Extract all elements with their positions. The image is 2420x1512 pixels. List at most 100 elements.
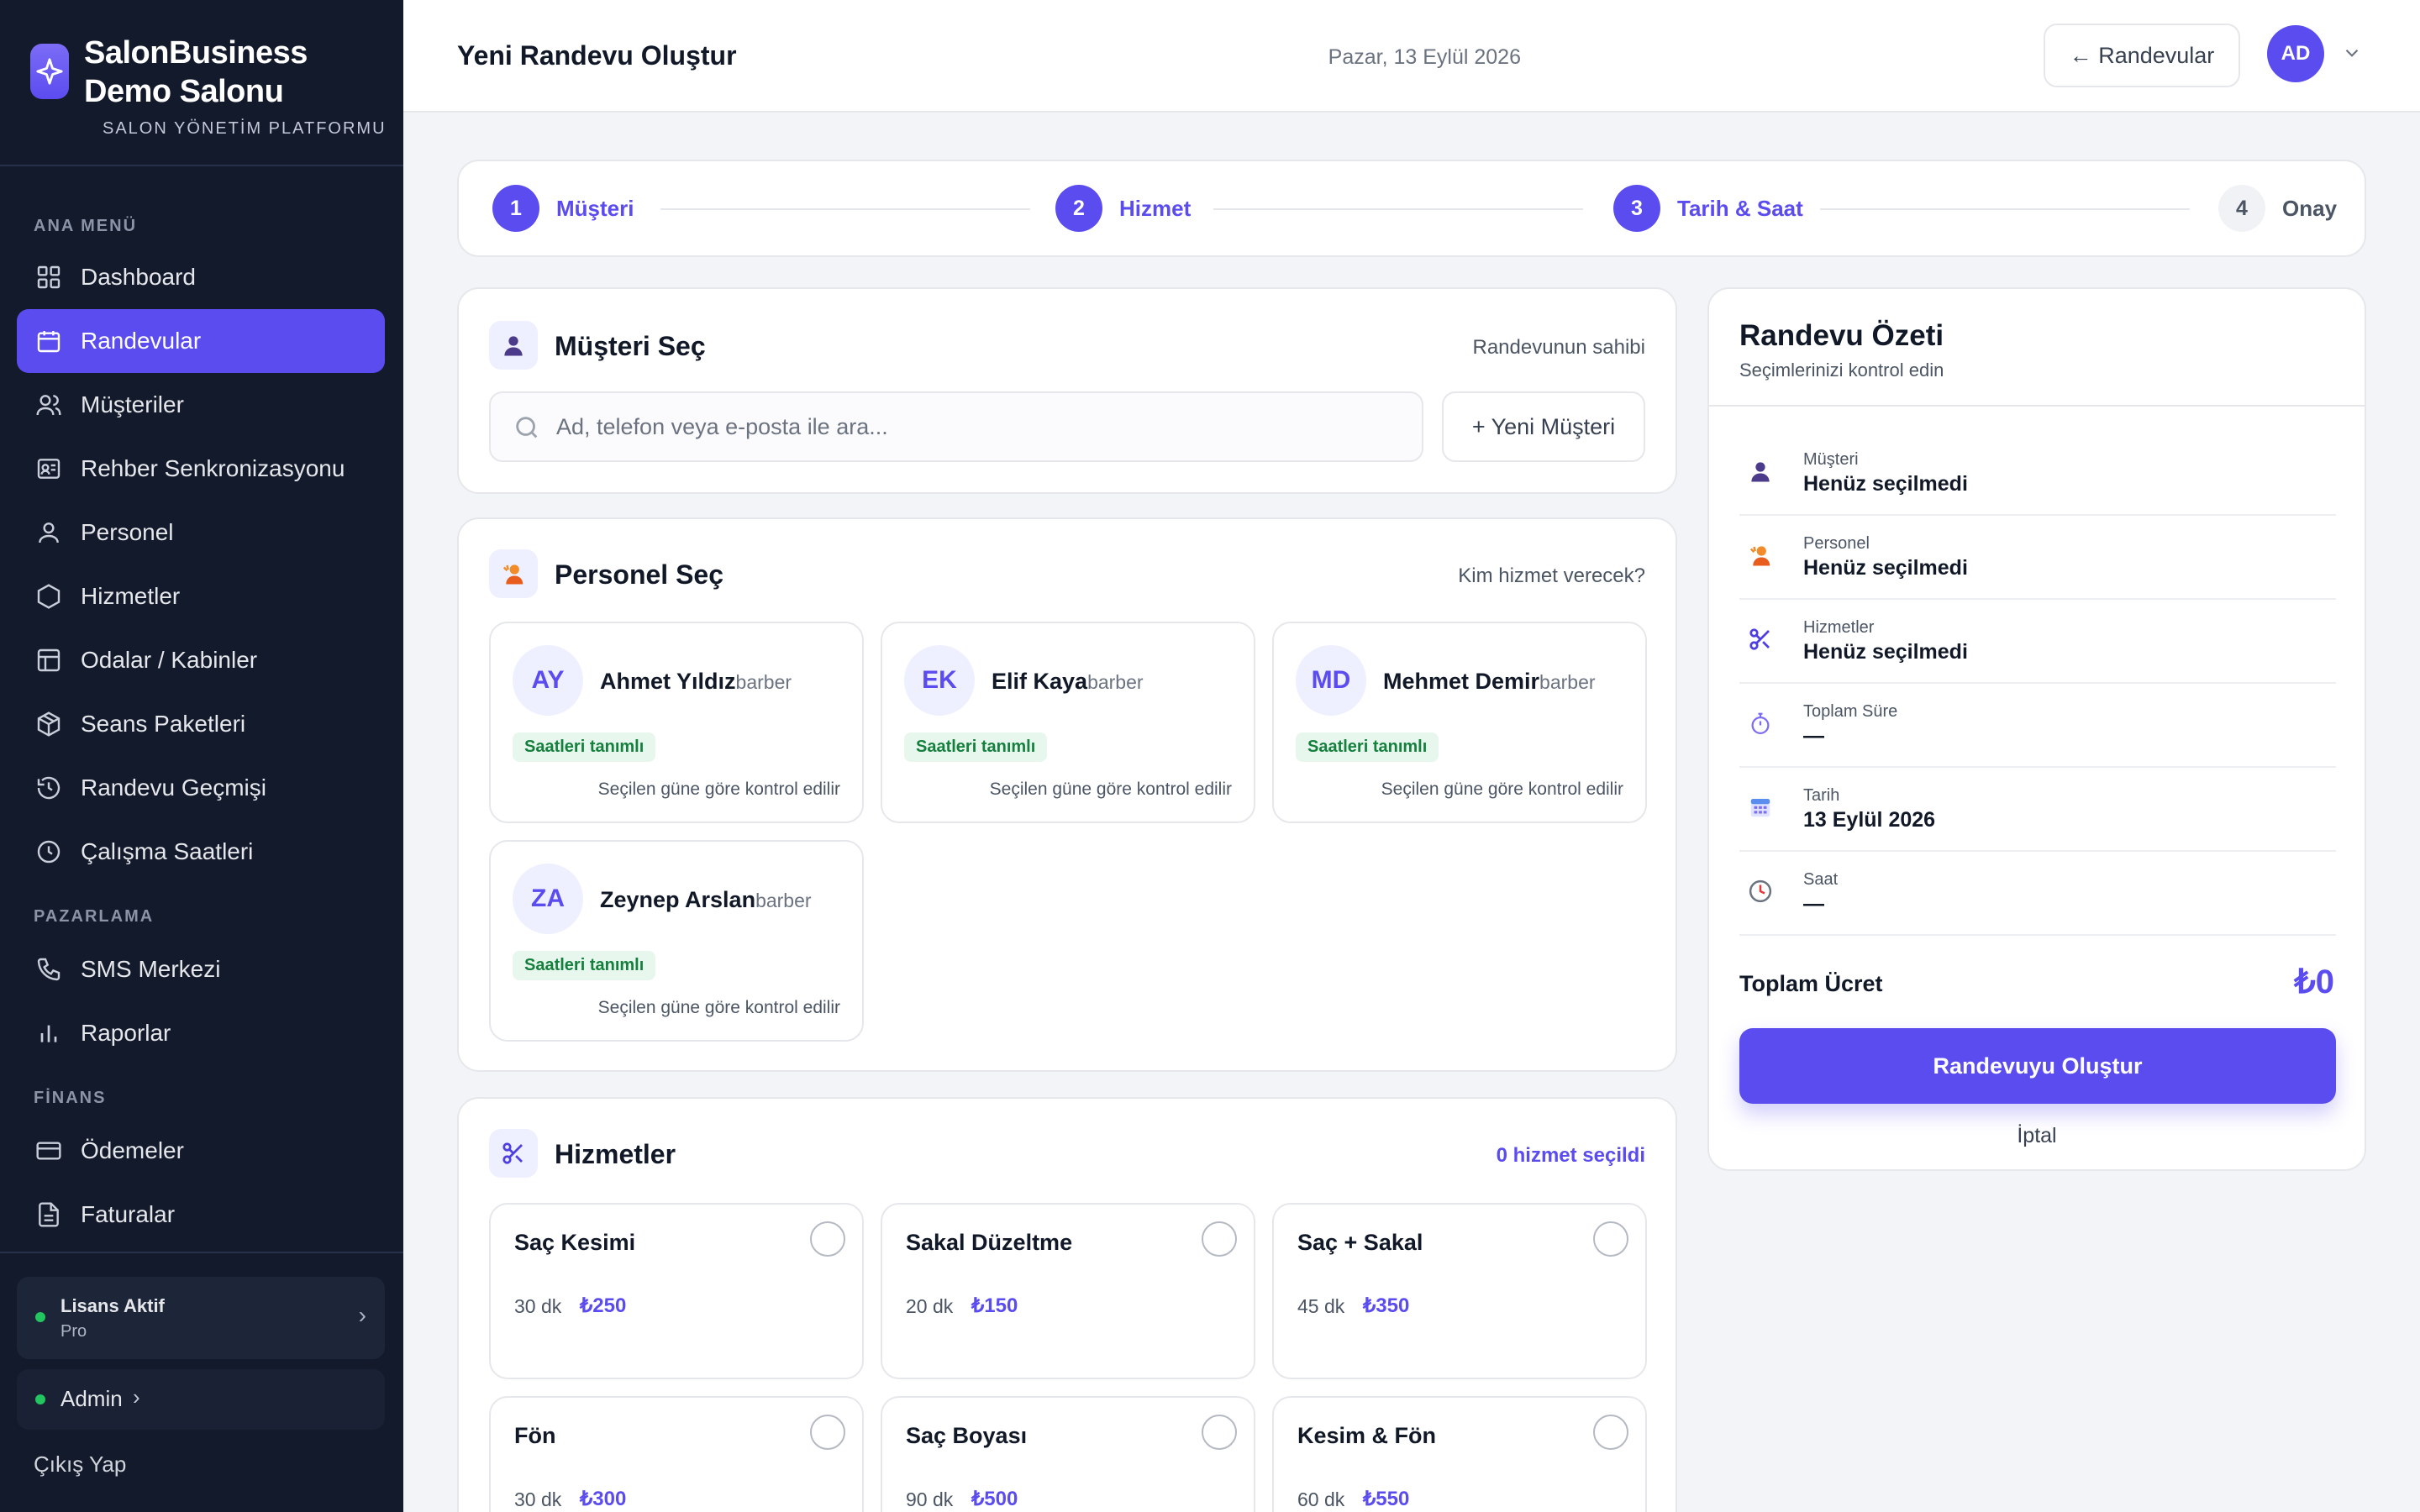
step-label: Onay bbox=[2282, 195, 2338, 221]
step-customer[interactable]: 1 Müşteri bbox=[492, 185, 634, 232]
sidebar-item-odemeler[interactable]: Ödemeler bbox=[17, 1119, 385, 1183]
sidebar: SalonBusiness Demo Salonu SALON YÖNETİM … bbox=[0, 0, 403, 1512]
sidebar-item-randevu-gecmisi[interactable]: Randevu Geçmişi bbox=[17, 756, 385, 820]
service-select-radio[interactable] bbox=[1202, 1221, 1237, 1257]
service-option[interactable]: Fön 30 dk ₺300 bbox=[489, 1396, 864, 1512]
license-status[interactable]: Lisans Aktif Pro › bbox=[17, 1277, 385, 1359]
sidebar-item-dashboard[interactable]: Dashboard bbox=[17, 245, 385, 309]
summary-label: Hizmetler bbox=[1803, 618, 1875, 637]
staff-select-card: Personel Seç Kim hizmet verecek? AY Ahme… bbox=[457, 517, 1677, 1072]
service-price: ₺300 bbox=[580, 1488, 627, 1510]
summary-row-services: Hizmetler Henüz seçilmedi bbox=[1739, 600, 2336, 684]
staff-role: barber bbox=[1539, 671, 1596, 693]
step-service[interactable]: 2 Hizmet bbox=[1055, 185, 1191, 232]
chevron-down-icon[interactable] bbox=[2341, 42, 2363, 68]
admin-label: Admin bbox=[60, 1386, 123, 1411]
sidebar-divider bbox=[0, 1252, 403, 1253]
sidebar-item-label: Çalışma Saatleri bbox=[81, 838, 254, 864]
search-icon bbox=[516, 417, 538, 438]
summary-row-staff: Personel Henüz seçilmedi bbox=[1739, 516, 2336, 600]
service-select-radio[interactable] bbox=[1593, 1221, 1628, 1257]
nav-section-marketing: PAZARLAMA bbox=[34, 907, 155, 926]
summary-label: Personel bbox=[1803, 534, 1870, 553]
sidebar-item-personel[interactable]: Personel bbox=[17, 501, 385, 564]
summary-value: 13 Eylül 2026 bbox=[1803, 808, 1936, 832]
service-price: ₺500 bbox=[971, 1488, 1018, 1510]
service-select-radio[interactable] bbox=[810, 1221, 845, 1257]
staff-note: Seçilen güne göre kontrol edilir bbox=[1381, 780, 1623, 799]
sidebar-item-rehber[interactable]: Rehber Senkronizasyonu bbox=[17, 437, 385, 501]
cancel-button[interactable]: İptal bbox=[1709, 1124, 2365, 1148]
status-dot bbox=[35, 1394, 45, 1404]
summary-label: Müşteri bbox=[1803, 450, 1859, 469]
status-badge: Saatleri tanımlı bbox=[513, 732, 656, 762]
admin-menu[interactable]: Admin › bbox=[17, 1369, 385, 1430]
sidebar-item-calisma-saatleri[interactable]: Çalışma Saatleri bbox=[17, 820, 385, 884]
sidebar-item-label: Faturalar bbox=[81, 1201, 176, 1227]
credit-card-icon bbox=[34, 1136, 64, 1166]
summary-label: Tarih bbox=[1803, 786, 1840, 805]
service-option[interactable]: Saç Boyası 90 dk ₺500 bbox=[881, 1396, 1255, 1512]
service-price: ₺250 bbox=[580, 1294, 627, 1317]
step-label: Hizmet bbox=[1119, 195, 1192, 221]
service-duration: 30 dk bbox=[514, 1295, 562, 1317]
service-select-radio[interactable] bbox=[1202, 1415, 1237, 1450]
brand-subtitle: SALON YÖNETİM PLATFORMU bbox=[103, 119, 387, 138]
sidebar-item-label: Randevu Geçmişi bbox=[81, 774, 266, 801]
sidebar-item-sms-merkezi[interactable]: SMS Merkezi bbox=[17, 937, 385, 1001]
staff-note: Seçilen güne göre kontrol edilir bbox=[597, 780, 840, 799]
page-title: Yeni Randevu Oluştur bbox=[457, 40, 737, 71]
total-price-value: ₺0 bbox=[2294, 963, 2334, 1000]
hexagon-icon bbox=[34, 581, 64, 612]
create-appointment-button[interactable]: Randevuyu Oluştur bbox=[1739, 1028, 2336, 1104]
sparkle-logo-icon bbox=[30, 44, 69, 99]
card-hint: Kim hizmet verecek? bbox=[1458, 564, 1645, 587]
service-name: Sakal Düzeltme bbox=[906, 1230, 1073, 1255]
sidebar-item-randevular[interactable]: Randevular bbox=[17, 309, 385, 373]
sidebar-item-seans-paketleri[interactable]: Seans Paketleri bbox=[17, 692, 385, 756]
customer-select-card: Müşteri Seç Randevunun sahibi + Yeni Müş… bbox=[457, 287, 1677, 494]
staff-avatar: AY bbox=[513, 645, 583, 716]
sidebar-item-faturalar[interactable]: Faturalar bbox=[17, 1183, 385, 1247]
service-option[interactable]: Kesim & Fön 60 dk ₺550 bbox=[1272, 1396, 1647, 1512]
status-dot bbox=[35, 1312, 45, 1322]
staff-icon bbox=[1746, 541, 1775, 570]
staff-option[interactable]: AY Ahmet Yıldızbarber Saatleri tanımlı S… bbox=[489, 622, 864, 823]
sidebar-item-odalar[interactable]: Odalar / Kabinler bbox=[17, 628, 385, 692]
status-badge: Saatleri tanımlı bbox=[904, 732, 1048, 762]
service-duration: 30 dk bbox=[514, 1488, 562, 1510]
phone-icon bbox=[34, 954, 64, 984]
file-text-icon bbox=[34, 1200, 64, 1230]
card-title: Personel Seç bbox=[555, 559, 723, 590]
users-icon bbox=[34, 390, 64, 420]
appointment-summary: Randevu Özeti Seçimlerinizi kontrol edin… bbox=[1707, 287, 2366, 1171]
staff-option[interactable]: MD Mehmet Demirbarber Saatleri tanımlı S… bbox=[1272, 622, 1647, 823]
nav-section-main: ANA MENÜ bbox=[34, 217, 138, 235]
step-date-time[interactable]: 3 Tarih & Saat bbox=[1613, 185, 1803, 232]
service-name: Kesim & Fön bbox=[1297, 1423, 1437, 1448]
staff-option[interactable]: EK Elif Kayabarber Saatleri tanımlı Seçi… bbox=[881, 622, 1255, 823]
service-select-radio[interactable] bbox=[1593, 1415, 1628, 1450]
new-customer-button[interactable]: + Yeni Müşteri bbox=[1442, 391, 1645, 462]
customer-search[interactable] bbox=[489, 391, 1423, 462]
service-option[interactable]: Saç Kesimi 30 dk ₺250 bbox=[489, 1203, 864, 1379]
scissors-icon bbox=[1746, 625, 1775, 654]
summary-value: Henüz seçilmedi bbox=[1803, 472, 1968, 496]
step-confirm[interactable]: 4 Onay bbox=[2218, 185, 2337, 232]
service-option[interactable]: Sakal Düzeltme 20 dk ₺150 bbox=[881, 1203, 1255, 1379]
summary-value: — bbox=[1803, 892, 1824, 916]
avatar[interactable]: AD bbox=[2267, 25, 2324, 82]
summary-row-duration: Toplam Süre — bbox=[1739, 684, 2336, 768]
topbar: Yeni Randevu Oluştur Pazar, 13 Eylül 202… bbox=[403, 0, 2420, 113]
logout-link[interactable]: Çıkış Yap bbox=[34, 1452, 126, 1478]
summary-label: Toplam Süre bbox=[1803, 702, 1898, 721]
service-select-radio[interactable] bbox=[810, 1415, 845, 1450]
staff-option[interactable]: ZA Zeynep Arslanbarber Saatleri tanımlı … bbox=[489, 840, 864, 1042]
sidebar-item-musteriler[interactable]: Müşteriler bbox=[17, 373, 385, 437]
chevron-right-icon: › bbox=[358, 1302, 366, 1328]
customer-search-input[interactable] bbox=[556, 393, 1405, 460]
sidebar-item-raporlar[interactable]: Raporlar bbox=[17, 1001, 385, 1065]
back-to-appointments-button[interactable]: ← Randevular bbox=[2044, 24, 2240, 87]
sidebar-item-hizmetler[interactable]: Hizmetler bbox=[17, 564, 385, 628]
service-option[interactable]: Saç + Sakal 45 dk ₺350 bbox=[1272, 1203, 1647, 1379]
